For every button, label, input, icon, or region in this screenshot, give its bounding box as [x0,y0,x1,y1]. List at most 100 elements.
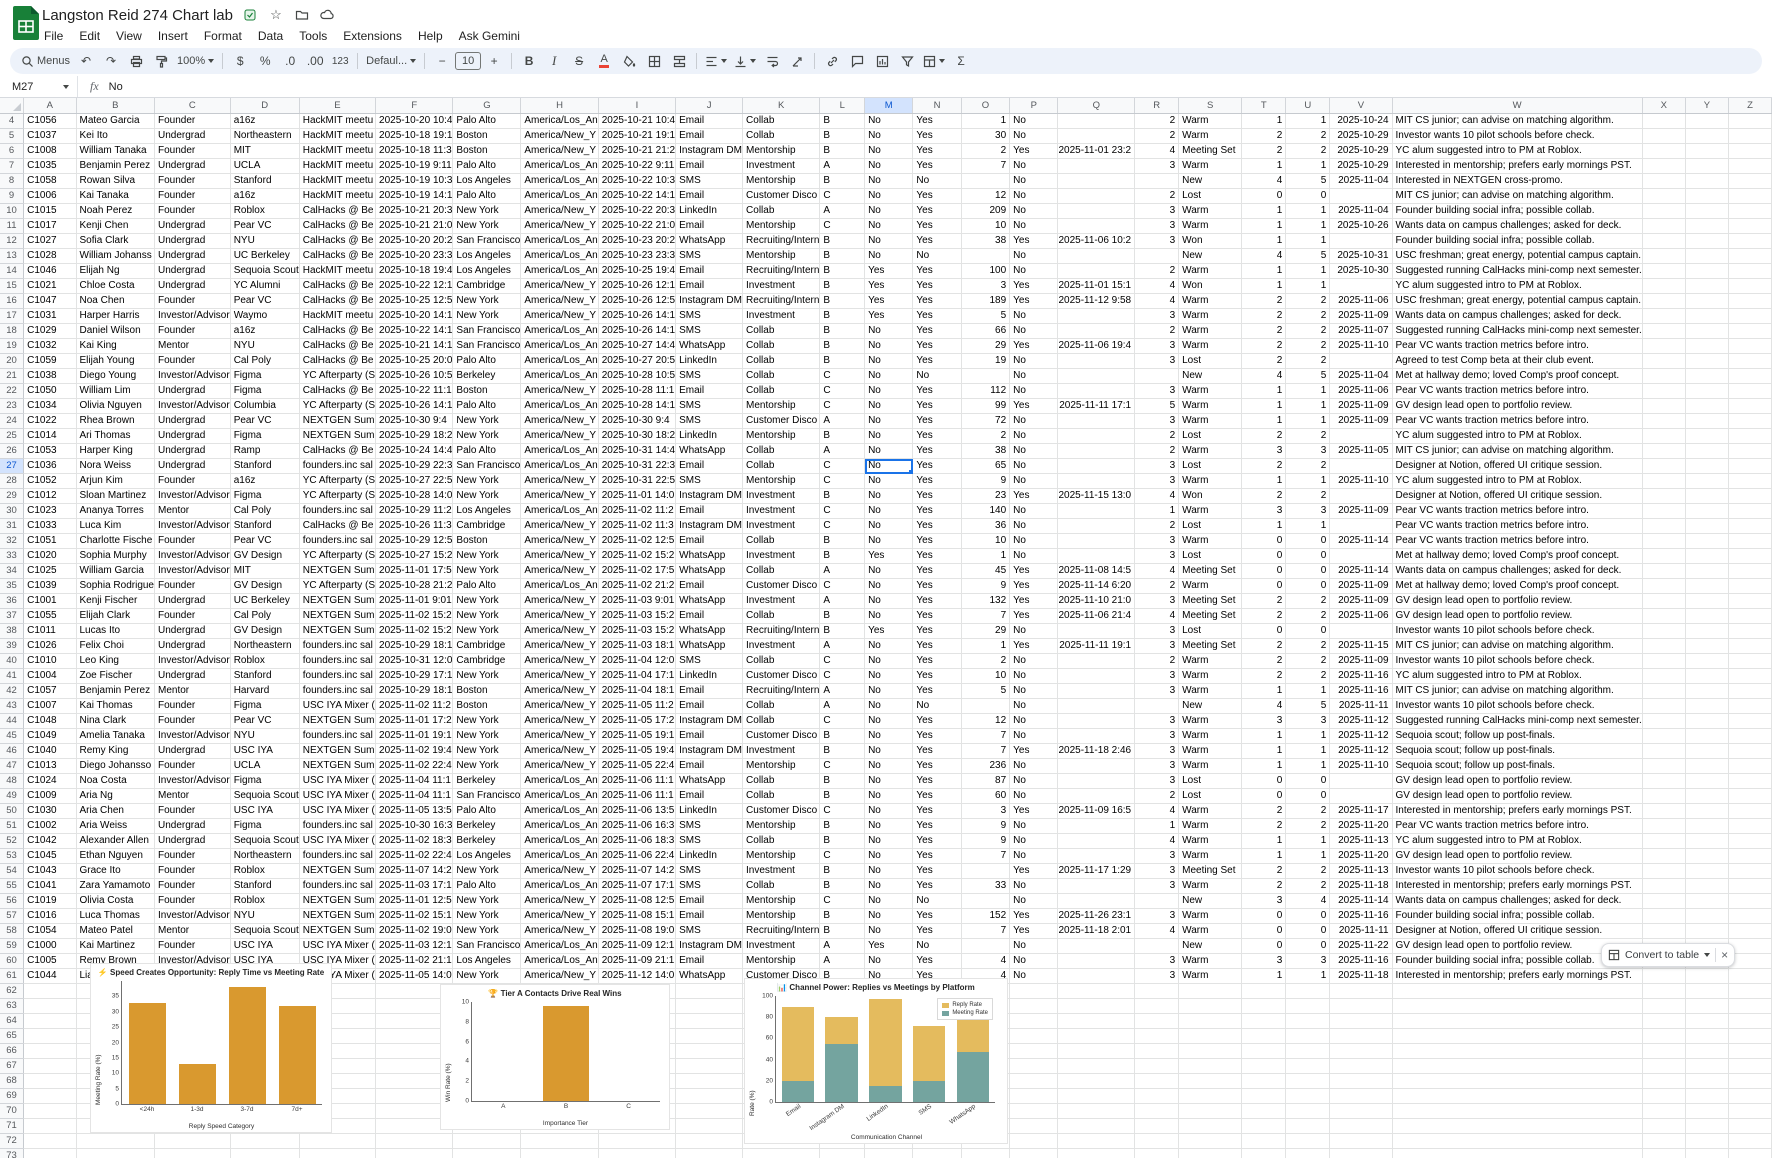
cell-W45[interactable]: Sequoia scout; follow up post-finals. [1392,729,1642,744]
cell-J34[interactable]: WhatsApp [676,564,743,579]
cell-Z57[interactable] [1728,909,1771,924]
cell-V22[interactable]: 2025-11-06 [1330,384,1392,399]
cell-D41[interactable]: Stanford [230,669,299,684]
cell-S39[interactable]: Meeting Set [1179,639,1242,654]
cell-F22[interactable]: 2025-10-22 11:1 [376,384,453,399]
cell-V36[interactable]: 2025-11-09 [1330,594,1392,609]
cell-L6[interactable]: B [820,144,865,159]
cell-P9[interactable]: No [1010,189,1058,204]
cell-B54[interactable]: Grace Ito [76,864,155,879]
cell-R55[interactable]: 3 [1135,879,1179,894]
cell-X30[interactable] [1642,504,1685,519]
cell-B16[interactable]: Noa Chen [76,294,155,309]
cell-Y32[interactable] [1685,534,1728,549]
cell-C20[interactable]: Founder [155,354,231,369]
cell-P57[interactable]: Yes [1010,909,1058,924]
cell-N31[interactable]: Yes [913,519,961,534]
cell-R51[interactable]: 1 [1135,819,1179,834]
cell-G72[interactable] [453,1134,521,1149]
cell-W55[interactable]: Interested in mentorship; prefers early … [1392,879,1642,894]
cell-L40[interactable]: C [820,654,865,669]
cell-V54[interactable]: 2025-11-13 [1330,864,1392,879]
cell-T59[interactable]: 0 [1242,939,1286,954]
cell-X15[interactable] [1642,279,1685,294]
cell-J61[interactable]: WhatsApp [676,969,743,984]
cell-V10[interactable]: 2025-11-04 [1330,204,1392,219]
column-header-L[interactable]: L [820,98,865,114]
cell-R36[interactable]: 3 [1135,594,1179,609]
cell-P61[interactable]: No [1010,969,1058,984]
cell-W24[interactable]: Pear VC wants traction metrics before in… [1392,414,1642,429]
cell-B6[interactable]: William Tanaka [76,144,155,159]
cell-Q68[interactable] [1058,1074,1135,1089]
cell-M29[interactable]: No [865,489,913,504]
cell-J40[interactable]: SMS [676,654,743,669]
cell-L7[interactable]: A [820,159,865,174]
select-all-corner[interactable] [0,98,24,114]
cell-Z37[interactable] [1728,609,1771,624]
cell-S64[interactable] [1179,1014,1242,1029]
cell-T50[interactable]: 2 [1242,804,1286,819]
cell-J6[interactable]: Instagram DM [676,144,743,159]
cell-Z48[interactable] [1728,774,1771,789]
cell-A15[interactable]: C1021 [24,279,76,294]
cell-B17[interactable]: Harper Harris [76,309,155,324]
cell-Y63[interactable] [1685,999,1728,1014]
cell-N52[interactable]: Yes [913,834,961,849]
column-header-K[interactable]: K [743,98,820,114]
cell-G29[interactable]: New York [453,489,521,504]
cell-A23[interactable]: C1034 [24,399,76,414]
cell-J54[interactable]: SMS [676,864,743,879]
cell-V65[interactable] [1330,1029,1392,1044]
cell-H17[interactable]: America/New_Y [521,309,598,324]
cell-M5[interactable]: No [865,129,913,144]
cell-N58[interactable]: Yes [913,924,961,939]
cell-N4[interactable]: Yes [913,114,961,129]
cell-S68[interactable] [1179,1074,1242,1089]
cell-Y66[interactable] [1685,1044,1728,1059]
cell-T57[interactable]: 0 [1242,909,1286,924]
cell-I6[interactable]: 2025-10-21 21:2 [598,144,675,159]
cell-U9[interactable]: 0 [1286,189,1330,204]
cell-I13[interactable]: 2025-10-23 23:3 [598,249,675,264]
cell-A8[interactable]: C1058 [24,174,76,189]
cell-I25[interactable]: 2025-10-30 18:2 [598,429,675,444]
cell-C6[interactable]: Founder [155,144,231,159]
cell-K20[interactable]: Collab [743,354,820,369]
cell-T36[interactable]: 2 [1242,594,1286,609]
cell-L43[interactable]: A [820,699,865,714]
cell-R17[interactable]: 3 [1135,309,1179,324]
cell-T51[interactable]: 2 [1242,819,1286,834]
cell-X5[interactable] [1642,129,1685,144]
cell-B39[interactable]: Felix Choi [76,639,155,654]
cell-X20[interactable] [1642,354,1685,369]
cell-H25[interactable]: America/New_Y [521,429,598,444]
cell-S9[interactable]: Lost [1179,189,1242,204]
cell-F5[interactable]: 2025-10-18 19:1 [376,129,453,144]
cell-T56[interactable]: 3 [1242,894,1286,909]
cell-W6[interactable]: YC alum suggested intro to PM at Roblox. [1392,144,1642,159]
cell-L36[interactable]: A [820,594,865,609]
cell-Q30[interactable] [1058,504,1135,519]
cell-X21[interactable] [1642,369,1685,384]
cell-Z7[interactable] [1728,159,1771,174]
column-header-Q[interactable]: Q [1058,98,1135,114]
cell-X49[interactable] [1642,789,1685,804]
close-icon[interactable]: × [1721,949,1728,961]
cell-S65[interactable] [1179,1029,1242,1044]
cell-Z5[interactable] [1728,129,1771,144]
cell-A6[interactable]: C1008 [24,144,76,159]
cell-Y20[interactable] [1685,354,1728,369]
cell-W57[interactable]: Founder building social infra; possible … [1392,909,1642,924]
cell-M17[interactable]: Yes [865,309,913,324]
cell-B32[interactable]: Charlotte Fische [76,534,155,549]
cell-D8[interactable]: Stanford [230,174,299,189]
cell-C43[interactable]: Founder [155,699,231,714]
cell-R31[interactable]: 2 [1135,519,1179,534]
column-header-R[interactable]: R [1135,98,1179,114]
cell-K47[interactable]: Mentorship [743,759,820,774]
cell-Y46[interactable] [1685,744,1728,759]
cell-U49[interactable]: 0 [1286,789,1330,804]
cell-Z40[interactable] [1728,654,1771,669]
cell-B34[interactable]: William Garcia [76,564,155,579]
